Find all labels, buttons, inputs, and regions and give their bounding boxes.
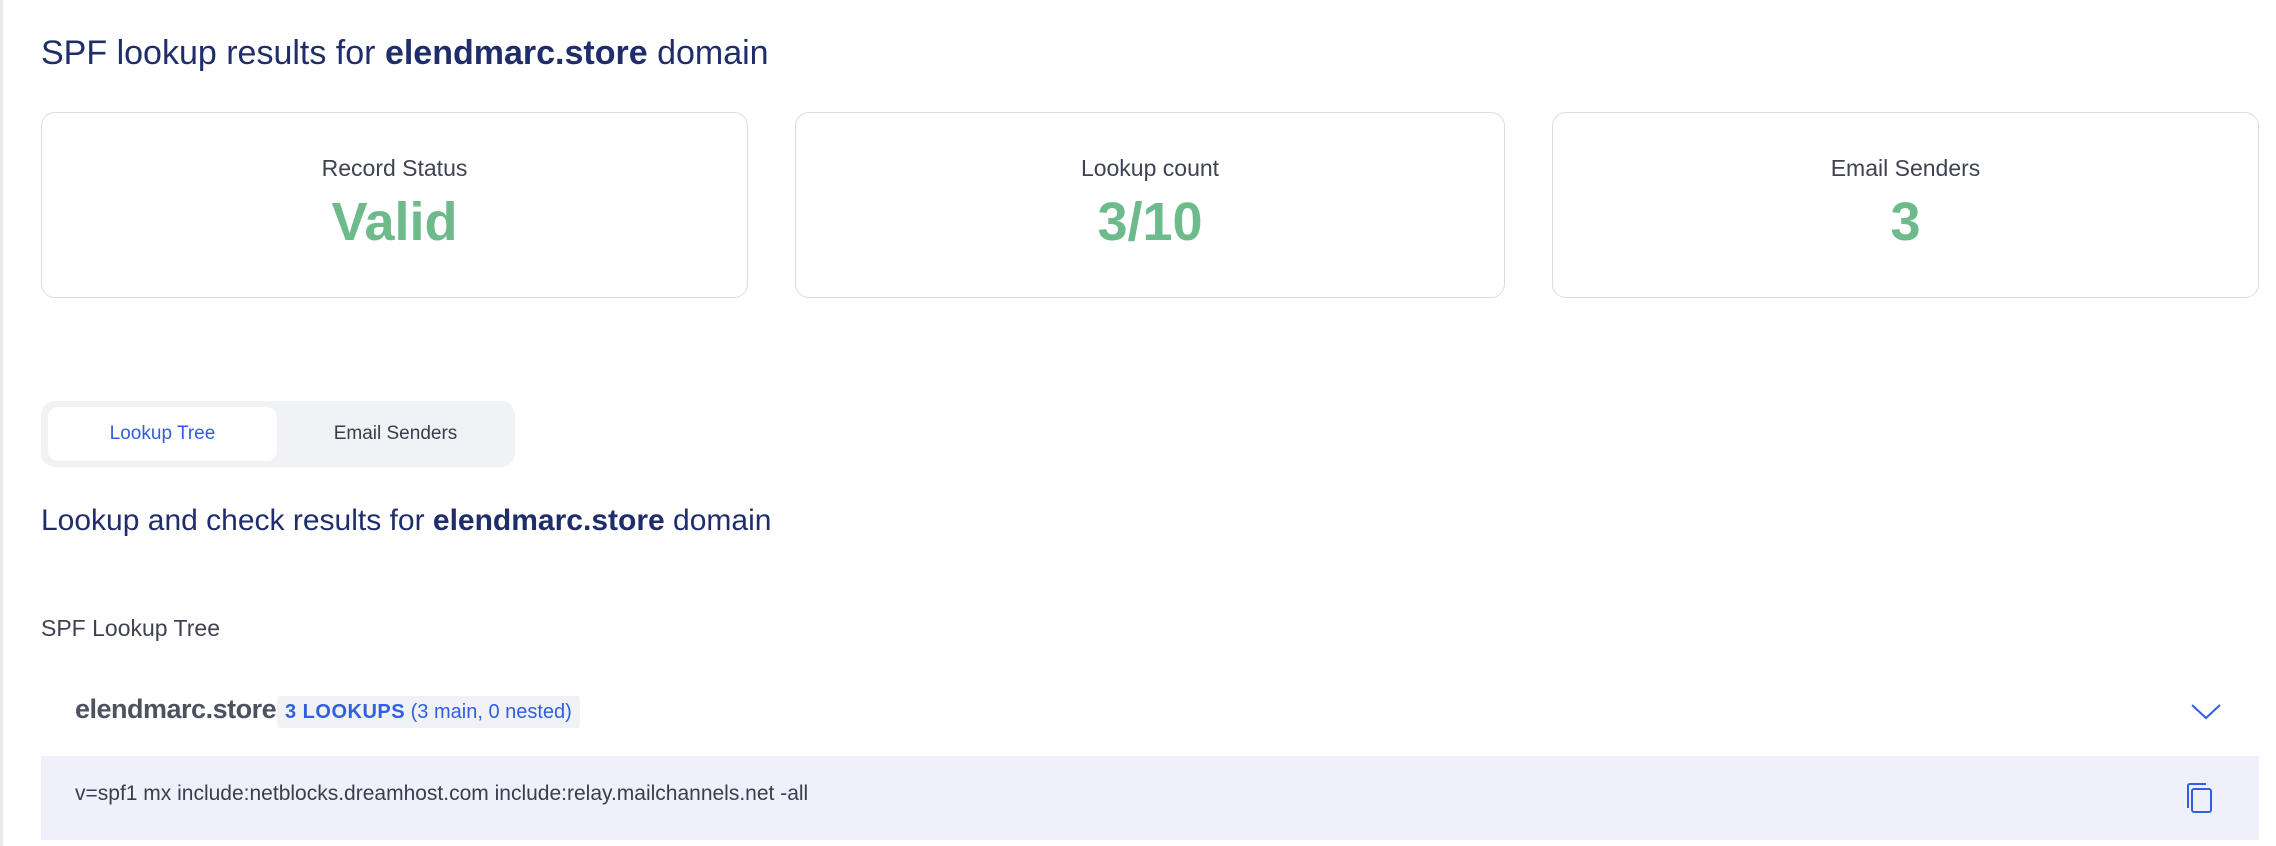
lookup-count-card: Lookup count 3/10 bbox=[795, 112, 1505, 298]
tab-email-senders[interactable]: Email Senders bbox=[283, 407, 508, 461]
email-senders-label: Email Senders bbox=[1830, 155, 1981, 181]
lookup-count-value: 3/10 bbox=[1097, 192, 1203, 252]
spf-lookup-tree-label: SPF Lookup Tree bbox=[41, 615, 220, 641]
page: SPF lookup results for elendmarc.store d… bbox=[0, 0, 2276, 846]
record-status-value: Valid bbox=[331, 192, 458, 252]
email-senders-card: Email Senders 3 bbox=[1552, 112, 2259, 298]
spf-record-text: v=spf1 mx include:netblocks.dreamhost.co… bbox=[75, 782, 809, 805]
tab-lookup-tree[interactable]: Lookup Tree bbox=[48, 407, 277, 461]
result-tabs: Lookup Tree Email Senders bbox=[41, 401, 515, 467]
email-senders-value: 3 bbox=[1890, 192, 1921, 252]
page-title: SPF lookup results for elendmarc.store d… bbox=[41, 34, 769, 72]
record-status-label: Record Status bbox=[321, 155, 468, 181]
tree-root-domain: elendmarc.store bbox=[75, 694, 277, 724]
page-title-domain: elendmarc.store bbox=[384, 34, 648, 72]
left-border bbox=[0, 0, 3, 846]
lookups-badge: 3 LOOKUPS (3 main, 0 nested) bbox=[277, 696, 580, 728]
chevron-down-icon[interactable] bbox=[2189, 694, 2223, 728]
section-title-domain: elendmarc.store bbox=[432, 504, 665, 537]
spf-record-row: v=spf1 mx include:netblocks.dreamhost.co… bbox=[41, 756, 2259, 840]
tree-root-row[interactable]: elendmarc.store 3 LOOKUPS (3 main, 0 nes… bbox=[41, 680, 2259, 742]
lookups-detail: (3 main, 0 nested) bbox=[410, 701, 572, 723]
copy-icon[interactable] bbox=[2182, 780, 2218, 816]
record-status-card: Record Status Valid bbox=[41, 112, 748, 298]
section-title: Lookup and check results for elendmarc.s… bbox=[41, 504, 772, 537]
lookup-count-label: Lookup count bbox=[1080, 155, 1220, 181]
lookups-count: 3 LOOKUPS bbox=[285, 701, 406, 723]
